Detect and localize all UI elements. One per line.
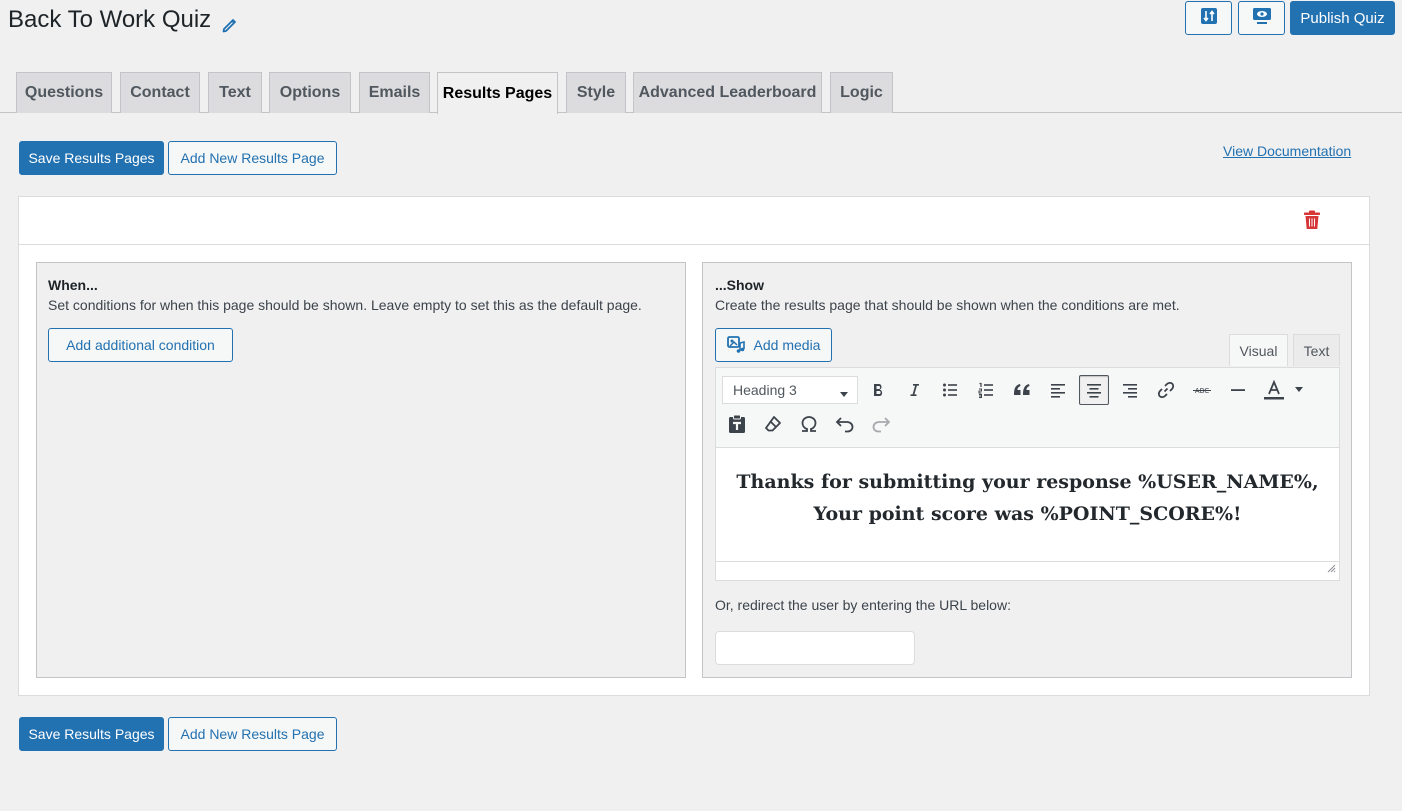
editor-content[interactable]: Thanks for submitting your response %USE… <box>716 466 1339 530</box>
save-results-pages-button[interactable]: Save Results Pages <box>19 141 164 175</box>
align-center-icon[interactable] <box>1079 375 1109 405</box>
add-additional-condition-button[interactable]: Add additional condition <box>48 328 233 362</box>
strikethrough-icon[interactable]: ABC <box>1187 375 1217 405</box>
format-select[interactable]: Heading 3 <box>722 376 858 404</box>
add-new-results-page-button[interactable]: Add New Results Page <box>168 141 337 175</box>
horizontal-line-icon[interactable] <box>1223 375 1253 405</box>
tab-bar: Questions Contact Text Options Emails Re… <box>0 72 1402 114</box>
bullet-list-icon[interactable] <box>935 375 965 405</box>
format-select-value: Heading 3 <box>733 382 797 398</box>
when-panel: When... Set conditions for when this pag… <box>36 262 686 678</box>
tab-style[interactable]: Style <box>566 72 626 113</box>
tab-logic[interactable]: Logic <box>830 72 893 113</box>
text-color-icon[interactable] <box>1259 375 1289 405</box>
redo-icon[interactable] <box>866 409 896 439</box>
results-page-card: When... Set conditions for when this pag… <box>18 196 1370 696</box>
when-title: When... <box>48 277 98 293</box>
show-description: Create the results page that should be s… <box>715 297 1180 313</box>
redirect-label: Or, redirect the user by entering the UR… <box>715 597 1011 613</box>
editor-toolbar: Heading 3 <box>716 368 1339 448</box>
preview-button[interactable] <box>1238 1 1285 35</box>
undo-icon[interactable] <box>830 409 860 439</box>
align-right-icon[interactable] <box>1115 375 1145 405</box>
text-color-caret-icon[interactable] <box>1286 375 1312 405</box>
tab-questions[interactable]: Questions <box>16 72 112 113</box>
page-title-wrap: Back To Work Quiz <box>8 4 239 36</box>
add-media-button[interactable]: Add media <box>715 328 832 362</box>
link-icon[interactable] <box>1151 375 1181 405</box>
editor-tab-visual[interactable]: Visual <box>1229 334 1288 366</box>
align-left-icon[interactable] <box>1043 375 1073 405</box>
tab-results-pages[interactable]: Results Pages <box>437 72 558 114</box>
preview-screen-icon <box>1252 7 1272 30</box>
paste-text-icon[interactable] <box>722 409 752 439</box>
tab-options[interactable]: Options <box>269 72 351 113</box>
content-line-1: Thanks for submitting your response %USE… <box>736 471 1319 493</box>
add-new-results-page-button-bottom[interactable]: Add New Results Page <box>168 717 337 751</box>
view-documentation-link[interactable]: View Documentation <box>1223 143 1351 159</box>
content-line-2: Your point score was %POINT_SCORE%! <box>813 503 1242 525</box>
editor-tab-text[interactable]: Text <box>1293 334 1340 366</box>
tab-emails[interactable]: Emails <box>359 72 430 113</box>
publish-quiz-button[interactable]: Publish Quiz <box>1290 1 1395 35</box>
clear-formatting-icon[interactable] <box>758 409 788 439</box>
sort-settings-button[interactable] <box>1185 1 1232 35</box>
bold-icon[interactable] <box>863 375 893 405</box>
show-panel: ...Show Create the results page that sho… <box>702 262 1352 678</box>
pencil-edit-icon[interactable] <box>221 11 239 33</box>
card-header <box>19 197 1369 245</box>
italic-icon[interactable] <box>899 375 929 405</box>
redirect-url-input[interactable] <box>715 631 915 665</box>
save-results-pages-button-bottom[interactable]: Save Results Pages <box>19 717 164 751</box>
editor-statusbar <box>716 561 1339 580</box>
sort-arrows-icon <box>1200 7 1218 30</box>
tab-advanced-leaderboard[interactable]: Advanced Leaderboard <box>633 72 822 113</box>
rich-text-editor: Heading 3 Thanks for submitting your res… <box>715 367 1340 581</box>
trash-icon[interactable] <box>1303 210 1321 230</box>
blockquote-icon[interactable] <box>1007 375 1037 405</box>
media-icon <box>726 336 746 354</box>
when-description: Set conditions for when this page should… <box>48 297 642 313</box>
tab-contact[interactable]: Contact <box>120 72 200 113</box>
show-title: ...Show <box>715 277 764 293</box>
special-character-icon[interactable] <box>794 409 824 439</box>
tab-text[interactable]: Text <box>208 72 262 113</box>
add-media-label: Add media <box>753 337 821 353</box>
caret-down-icon <box>839 386 849 402</box>
numbered-list-icon[interactable] <box>971 375 1001 405</box>
page-title: Back To Work Quiz <box>8 6 212 33</box>
resize-handle-icon[interactable] <box>1326 560 1336 578</box>
